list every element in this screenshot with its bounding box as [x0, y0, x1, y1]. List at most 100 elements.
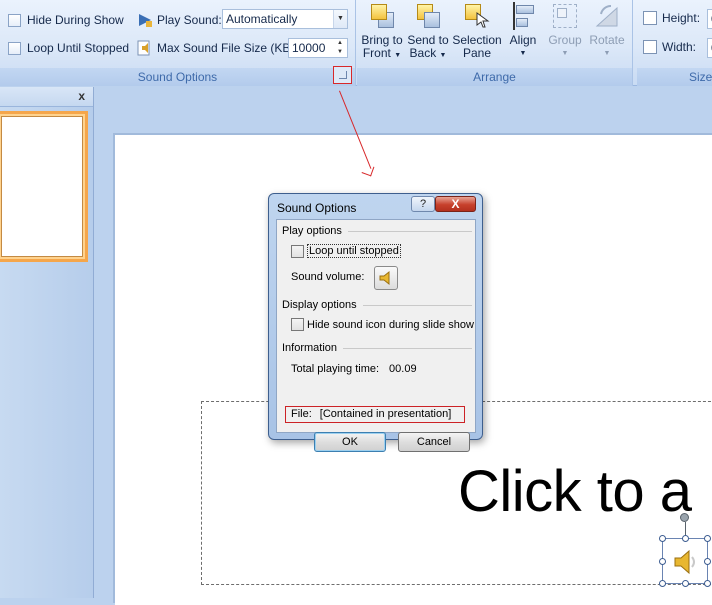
- arrange-group-label: Arrange: [357, 68, 632, 86]
- width-input[interactable]: 0: [707, 38, 712, 58]
- slides-pane: x: [0, 87, 94, 598]
- width-label: Width:: [662, 40, 697, 54]
- max-sound-size-value: 10000: [292, 41, 326, 55]
- sound-options-dialog-launcher[interactable]: [333, 66, 352, 84]
- group-label: Group: [548, 33, 582, 47]
- resize-handle[interactable]: [704, 580, 711, 587]
- dialog-body: Play options Loop until stopped Sound vo…: [276, 219, 476, 452]
- resize-handle[interactable]: [682, 580, 689, 587]
- size-group: Height: 0 Width: 0 Size: [637, 0, 712, 86]
- max-sound-size-spinner[interactable]: 10000 ▲ ▼: [288, 38, 348, 58]
- rotate-button[interactable]: Rotate ▼: [585, 2, 629, 66]
- dialog-launcher-icon: [339, 71, 347, 79]
- bring-to-front-label-2: Front: [362, 46, 391, 60]
- information-section: Information: [282, 342, 472, 354]
- total-playing-time-label: Total playing time:: [291, 363, 380, 375]
- information-heading: Information: [282, 342, 338, 354]
- hide-during-show-checkbox[interactable]: [8, 13, 21, 27]
- height-label: Height:: [662, 11, 701, 25]
- size-group-label: Size: [637, 68, 712, 86]
- resize-handle[interactable]: [704, 535, 711, 542]
- file-value: [Contained in presentation]: [319, 408, 452, 420]
- sound-volume-label: Sound volume:: [291, 271, 365, 283]
- height-input[interactable]: 0: [707, 9, 712, 29]
- speaker-icon: [674, 549, 695, 575]
- rotate-icon: [593, 2, 621, 30]
- align-label: Align: [509, 33, 537, 47]
- resize-handle[interactable]: [659, 535, 666, 542]
- send-to-back-icon: [414, 2, 442, 30]
- ribbon: Hide During Show Loop Until Stopped Play…: [0, 0, 712, 86]
- max-sound-size-label: Max Sound File Size (KB):: [157, 41, 298, 55]
- hide-during-show-label: Hide During Show: [27, 13, 124, 27]
- send-to-back-label-2: Back: [409, 46, 437, 60]
- sound-object[interactable]: [659, 535, 711, 587]
- sound-volume-button[interactable]: [374, 266, 398, 290]
- height-row: Height:: [643, 11, 700, 25]
- width-row: Width:: [643, 40, 696, 54]
- spinner-arrows-icon[interactable]: ▲ ▼: [333, 39, 347, 57]
- rotate-label: Rotate: [589, 33, 625, 47]
- dialog-title: Sound Options: [277, 201, 357, 215]
- hide-sound-icon-option[interactable]: Hide sound icon during slide show: [291, 318, 474, 331]
- title-placeholder-text: Click to a: [458, 459, 692, 524]
- ok-button[interactable]: OK: [314, 432, 386, 452]
- close-pane-icon[interactable]: x: [78, 89, 85, 103]
- hide-sound-icon-checkbox[interactable]: [291, 318, 304, 331]
- height-icon: [643, 11, 657, 25]
- play-options-heading: Play options: [282, 225, 342, 237]
- cancel-button[interactable]: Cancel: [398, 432, 470, 452]
- arrange-group: Bring to Front ▼ Send to Back ▼ Selectio…: [357, 0, 633, 86]
- chevron-down-icon: ▼: [561, 50, 569, 57]
- width-icon: [643, 40, 657, 54]
- display-options-section: Display options: [282, 299, 472, 311]
- loop-until-stopped-checkbox[interactable]: [291, 244, 304, 258]
- total-playing-time-row: Total playing time: 00.09: [291, 363, 417, 375]
- chevron-down-icon: ▼: [603, 50, 611, 57]
- help-icon[interactable]: ?: [411, 196, 435, 212]
- total-playing-time-value: 00.09: [389, 363, 417, 375]
- play-sound-value: Automatically: [226, 12, 298, 26]
- chevron-down-icon: ▼: [394, 52, 402, 59]
- resize-handle[interactable]: [682, 535, 689, 542]
- send-to-back-button[interactable]: Send to Back ▼: [405, 2, 451, 66]
- bring-to-front-icon: [368, 2, 396, 30]
- chevron-down-icon: ▼: [439, 52, 447, 59]
- speaker-icon: [379, 270, 390, 286]
- max-sound-size-row: Max Sound File Size (KB):: [137, 37, 298, 59]
- resize-handle[interactable]: [659, 580, 666, 587]
- file-label: File:: [291, 408, 312, 420]
- selection-pane-label-2: Pane: [462, 46, 492, 60]
- slide-thumbnail-selected[interactable]: [0, 111, 88, 262]
- loop-until-stopped-label: Loop Until Stopped: [27, 41, 130, 55]
- sound-options-group: Hide During Show Loop Until Stopped Play…: [0, 0, 356, 86]
- display-options-heading: Display options: [282, 299, 357, 311]
- file-row: File: [Contained in presentation]: [291, 408, 451, 420]
- loop-until-stopped-checkbox[interactable]: [8, 41, 21, 55]
- chevron-down-icon[interactable]: ▼: [333, 10, 347, 28]
- rotation-handle[interactable]: [680, 513, 689, 522]
- slide-thumbnail: [1, 116, 83, 257]
- group-button[interactable]: Group ▼: [544, 2, 586, 66]
- selection-pane-icon: [463, 2, 491, 30]
- align-button[interactable]: Align ▼: [503, 2, 543, 66]
- group-icon: [551, 2, 579, 30]
- loop-until-stopped-label: Loop until stopped: [307, 244, 401, 258]
- play-sound-dropdown[interactable]: Automatically ▼: [222, 9, 348, 29]
- play-sound-label: Play Sound:: [157, 13, 222, 27]
- sound-options-dialog: Sound Options ? X Play options Loop unti…: [268, 193, 483, 452]
- hide-during-show-option[interactable]: Hide During Show: [8, 9, 124, 31]
- align-icon: [509, 2, 537, 30]
- play-sound-row: Play Sound:: [137, 9, 222, 31]
- selection-pane-button[interactable]: Selection Pane: [451, 2, 503, 66]
- file-highlight-box: File: [Contained in presentation]: [285, 406, 465, 423]
- loop-until-stopped-option[interactable]: Loop until stopped: [291, 244, 401, 258]
- bring-to-front-button[interactable]: Bring to Front ▼: [359, 2, 405, 66]
- resize-handle[interactable]: [704, 558, 711, 565]
- resize-handle[interactable]: [659, 558, 666, 565]
- slides-pane-header: x: [0, 87, 93, 107]
- loop-until-stopped-option[interactable]: Loop Until Stopped: [8, 37, 129, 59]
- close-icon[interactable]: X: [435, 196, 476, 212]
- chevron-down-icon: ▼: [519, 50, 527, 57]
- hide-sound-icon-label: Hide sound icon during slide show: [307, 318, 474, 331]
